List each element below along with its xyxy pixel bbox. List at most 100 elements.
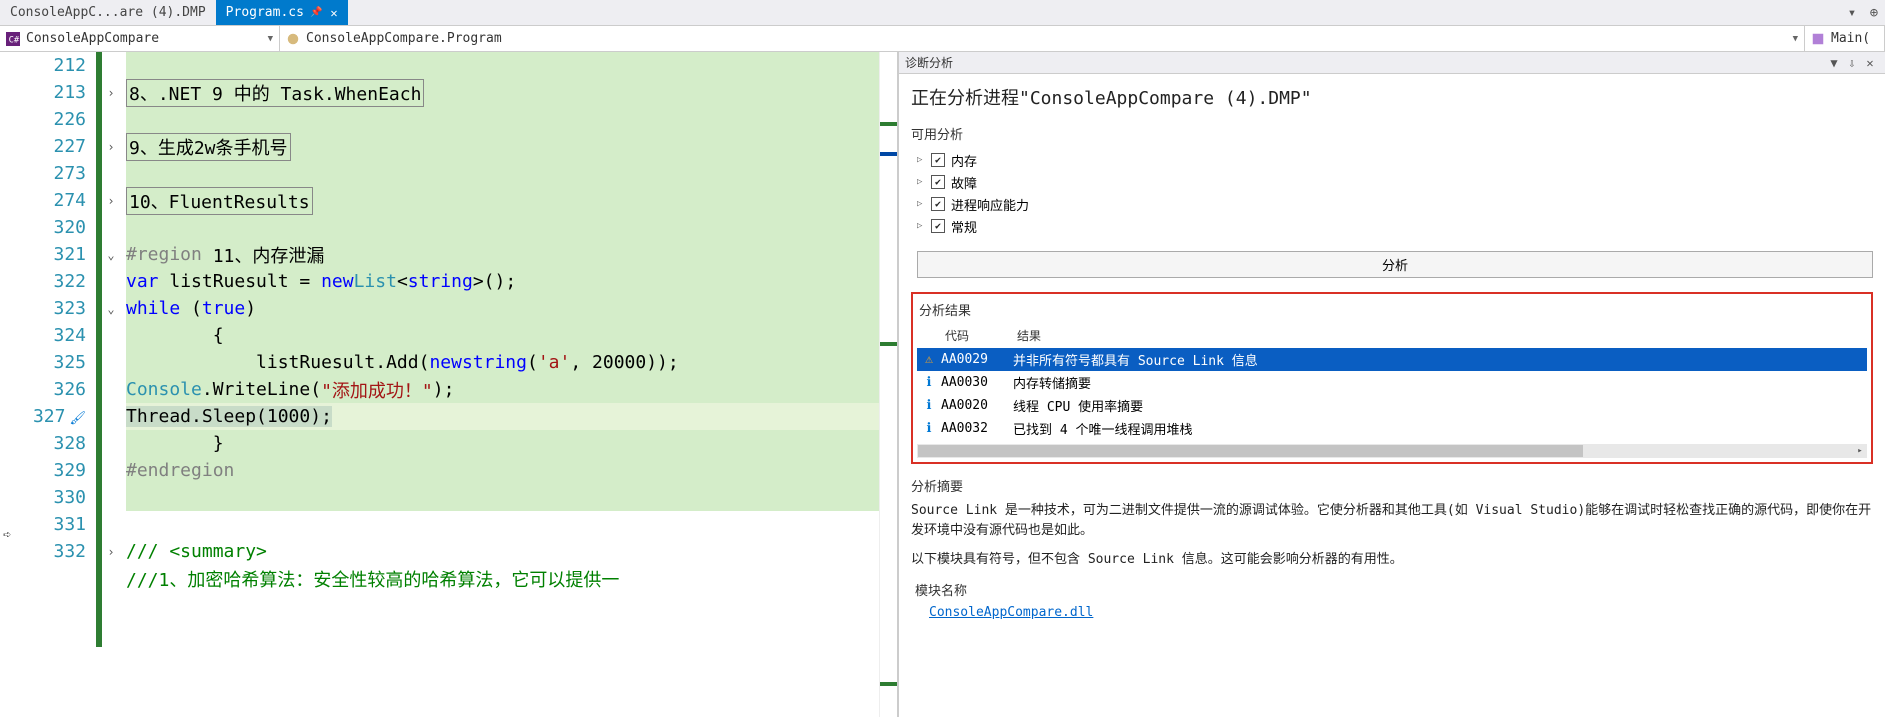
panel-title: 诊断分析	[905, 54, 953, 71]
glyph-margin: ➪	[0, 52, 24, 717]
code-line[interactable]: 10、FluentResults	[126, 187, 879, 214]
code-line[interactable]	[126, 484, 879, 511]
window-menu-dropdown[interactable]: ▼	[1825, 56, 1843, 70]
result-code: AA0029	[941, 352, 1013, 367]
class-dropdown[interactable]: ConsoleAppCompare.Program ▼	[280, 26, 1805, 51]
available-analysis-label: 可用分析	[911, 124, 1873, 143]
code-line[interactable]	[126, 160, 879, 187]
summary-text-1: Source Link 是一种技术，可为二进制文件提供一流的源调试体验。它使分析…	[911, 501, 1873, 540]
checkbox[interactable]: ✔	[931, 153, 945, 167]
line-number: 323	[24, 295, 86, 322]
line-number: 213	[24, 79, 86, 106]
overview-ruler[interactable]	[879, 52, 897, 717]
analyzer-label: 常规	[951, 217, 977, 236]
checkbox[interactable]: ✔	[931, 197, 945, 211]
code-line[interactable]: var listRuesult = new List<string>();	[126, 268, 879, 295]
analyzer-item[interactable]: ▷✔故障	[917, 171, 1873, 193]
line-number: 327🖌	[24, 403, 86, 430]
scroll-thumb[interactable]	[918, 445, 1583, 457]
result-row[interactable]: ⚠AA0029并非所有符号都具有 Source Link 信息	[917, 348, 1867, 371]
results-label: 分析结果	[919, 300, 1867, 319]
code-line[interactable]	[126, 511, 879, 538]
code-line[interactable]: listRuesult.Add(new string('a', 20000));	[126, 349, 879, 376]
quick-action-icon[interactable]: 🖌	[69, 411, 86, 426]
result-text: 内存转储摘要	[1013, 373, 1091, 392]
code-line[interactable]: while (true)	[126, 295, 879, 322]
result-row[interactable]: ℹAA0032已找到 4 个唯一线程调用堆栈	[917, 417, 1867, 440]
line-number: 273	[24, 160, 86, 187]
expand-icon[interactable]: ▷	[917, 221, 931, 231]
code-line[interactable]: 8、.NET 9 中的 Task.WhenEach	[126, 79, 879, 106]
expand-icon[interactable]: ▷	[917, 199, 931, 209]
code-editor[interactable]: ➪ 21221322622727327432032132232332432532…	[0, 52, 898, 717]
scroll-right-icon[interactable]: ▸	[1853, 444, 1867, 458]
collapse-region-icon[interactable]: ⌄	[107, 248, 114, 262]
collapse-region-icon[interactable]: ⌄	[107, 302, 114, 316]
analyzer-label: 内存	[951, 151, 977, 170]
tab-overflow-dropdown[interactable]: ▾	[1841, 0, 1863, 25]
code-line[interactable]	[126, 52, 879, 79]
code-line[interactable]: Console.WriteLine("添加成功！");	[126, 376, 879, 403]
col-code-header: 代码	[945, 327, 1017, 344]
code-line[interactable]: #region 11、内存泄漏	[126, 241, 879, 268]
info-icon: ℹ	[917, 375, 941, 390]
analyzer-item[interactable]: ▷✔ 内存	[917, 149, 1873, 171]
member-dropdown[interactable]: Main(	[1805, 26, 1885, 51]
chevron-down-icon: ▼	[268, 34, 273, 44]
analysis-results-block: 分析结果 代码 结果 ⚠AA0029并非所有符号都具有 Source Link …	[911, 292, 1873, 464]
close-icon[interactable]: ✕	[1861, 56, 1879, 70]
results-header: 代码 结果	[917, 325, 1867, 348]
expand-region-icon[interactable]: ›	[107, 545, 114, 559]
csharp-project-icon: C#	[6, 32, 20, 46]
col-result-header: 结果	[1017, 327, 1041, 344]
checkbox[interactable]: ✔	[931, 175, 945, 189]
line-number: 329	[24, 457, 86, 484]
analyzer-item[interactable]: ▷✔进程响应能力	[917, 193, 1873, 215]
change-indicator	[96, 52, 102, 647]
code-line[interactable]	[126, 214, 879, 241]
result-code: AA0020	[941, 398, 1013, 413]
code-line[interactable]: #endregion	[126, 457, 879, 484]
result-text: 并非所有符号都具有 Source Link 信息	[1013, 350, 1258, 369]
code-line[interactable]: /// <summary>	[126, 538, 879, 565]
tab-dump-file[interactable]: ConsoleAppC...are (4).DMP	[0, 0, 216, 25]
expand-icon[interactable]: ▷	[917, 155, 931, 165]
line-number-gutter: 2122132262272732743203213223233243253263…	[24, 52, 96, 717]
expand-region-icon[interactable]: ›	[107, 86, 114, 100]
tab-program-cs[interactable]: Program.cs 📌 ✕	[216, 0, 348, 25]
module-link[interactable]: ConsoleAppCompare.dll	[929, 605, 1873, 620]
code-line[interactable]: Thread.Sleep(1000);	[126, 403, 879, 430]
horizontal-scrollbar[interactable]: ◂ ▸	[917, 444, 1867, 458]
project-dropdown[interactable]: C# ConsoleAppCompare ▼	[0, 26, 280, 51]
warning-icon: ⚠	[917, 352, 941, 367]
expand-region-icon[interactable]: ›	[107, 194, 114, 208]
expand-icon[interactable]: ▷	[917, 177, 931, 187]
analyze-button[interactable]: 分析	[917, 251, 1873, 278]
expand-region-icon[interactable]: ›	[107, 140, 114, 154]
result-row[interactable]: ℹAA0020线程 CPU 使用率摘要	[917, 394, 1867, 417]
code-line[interactable]: 9、生成2w条手机号	[126, 133, 879, 160]
tab-promote-icon[interactable]: ⊕	[1863, 0, 1885, 25]
close-icon[interactable]: ✕	[330, 6, 337, 20]
line-number: 226	[24, 106, 86, 133]
line-number	[24, 565, 86, 592]
analysis-heading: 正在分析进程"ConsoleAppCompare (4).DMP"	[911, 84, 1873, 110]
analyzer-item[interactable]: ▷✔ 常规	[917, 215, 1873, 237]
code-line[interactable]	[126, 106, 879, 133]
pin-icon[interactable]: 📌	[310, 7, 322, 18]
code-content[interactable]: 8、.NET 9 中的 Task.WhenEach 9、生成2w条手机号 10、…	[126, 52, 879, 717]
tab-label: Program.cs	[226, 5, 304, 20]
code-line[interactable]: ///1、加密哈希算法：安全性较高的哈希算法，它可以提供一	[126, 565, 879, 592]
method-icon	[1811, 32, 1825, 46]
result-row[interactable]: ℹAA0030内存转储摘要	[917, 371, 1867, 394]
pin-icon[interactable]: ⇩	[1843, 56, 1861, 70]
result-code: AA0032	[941, 421, 1013, 436]
class-icon	[286, 32, 300, 46]
document-tab-strip: ConsoleAppC...are (4).DMP Program.cs 📌 ✕…	[0, 0, 1885, 26]
code-line[interactable]: {	[126, 322, 879, 349]
code-line[interactable]: }	[126, 430, 879, 457]
diagnostics-panel: 诊断分析 ▼ ⇩ ✕ 正在分析进程"ConsoleAppCompare (4).…	[898, 52, 1885, 717]
line-number: 227	[24, 133, 86, 160]
summary-text-2: 以下模块具有符号，但不包含 Source Link 信息。这可能会影响分析器的有…	[911, 550, 1873, 570]
checkbox[interactable]: ✔	[931, 219, 945, 233]
